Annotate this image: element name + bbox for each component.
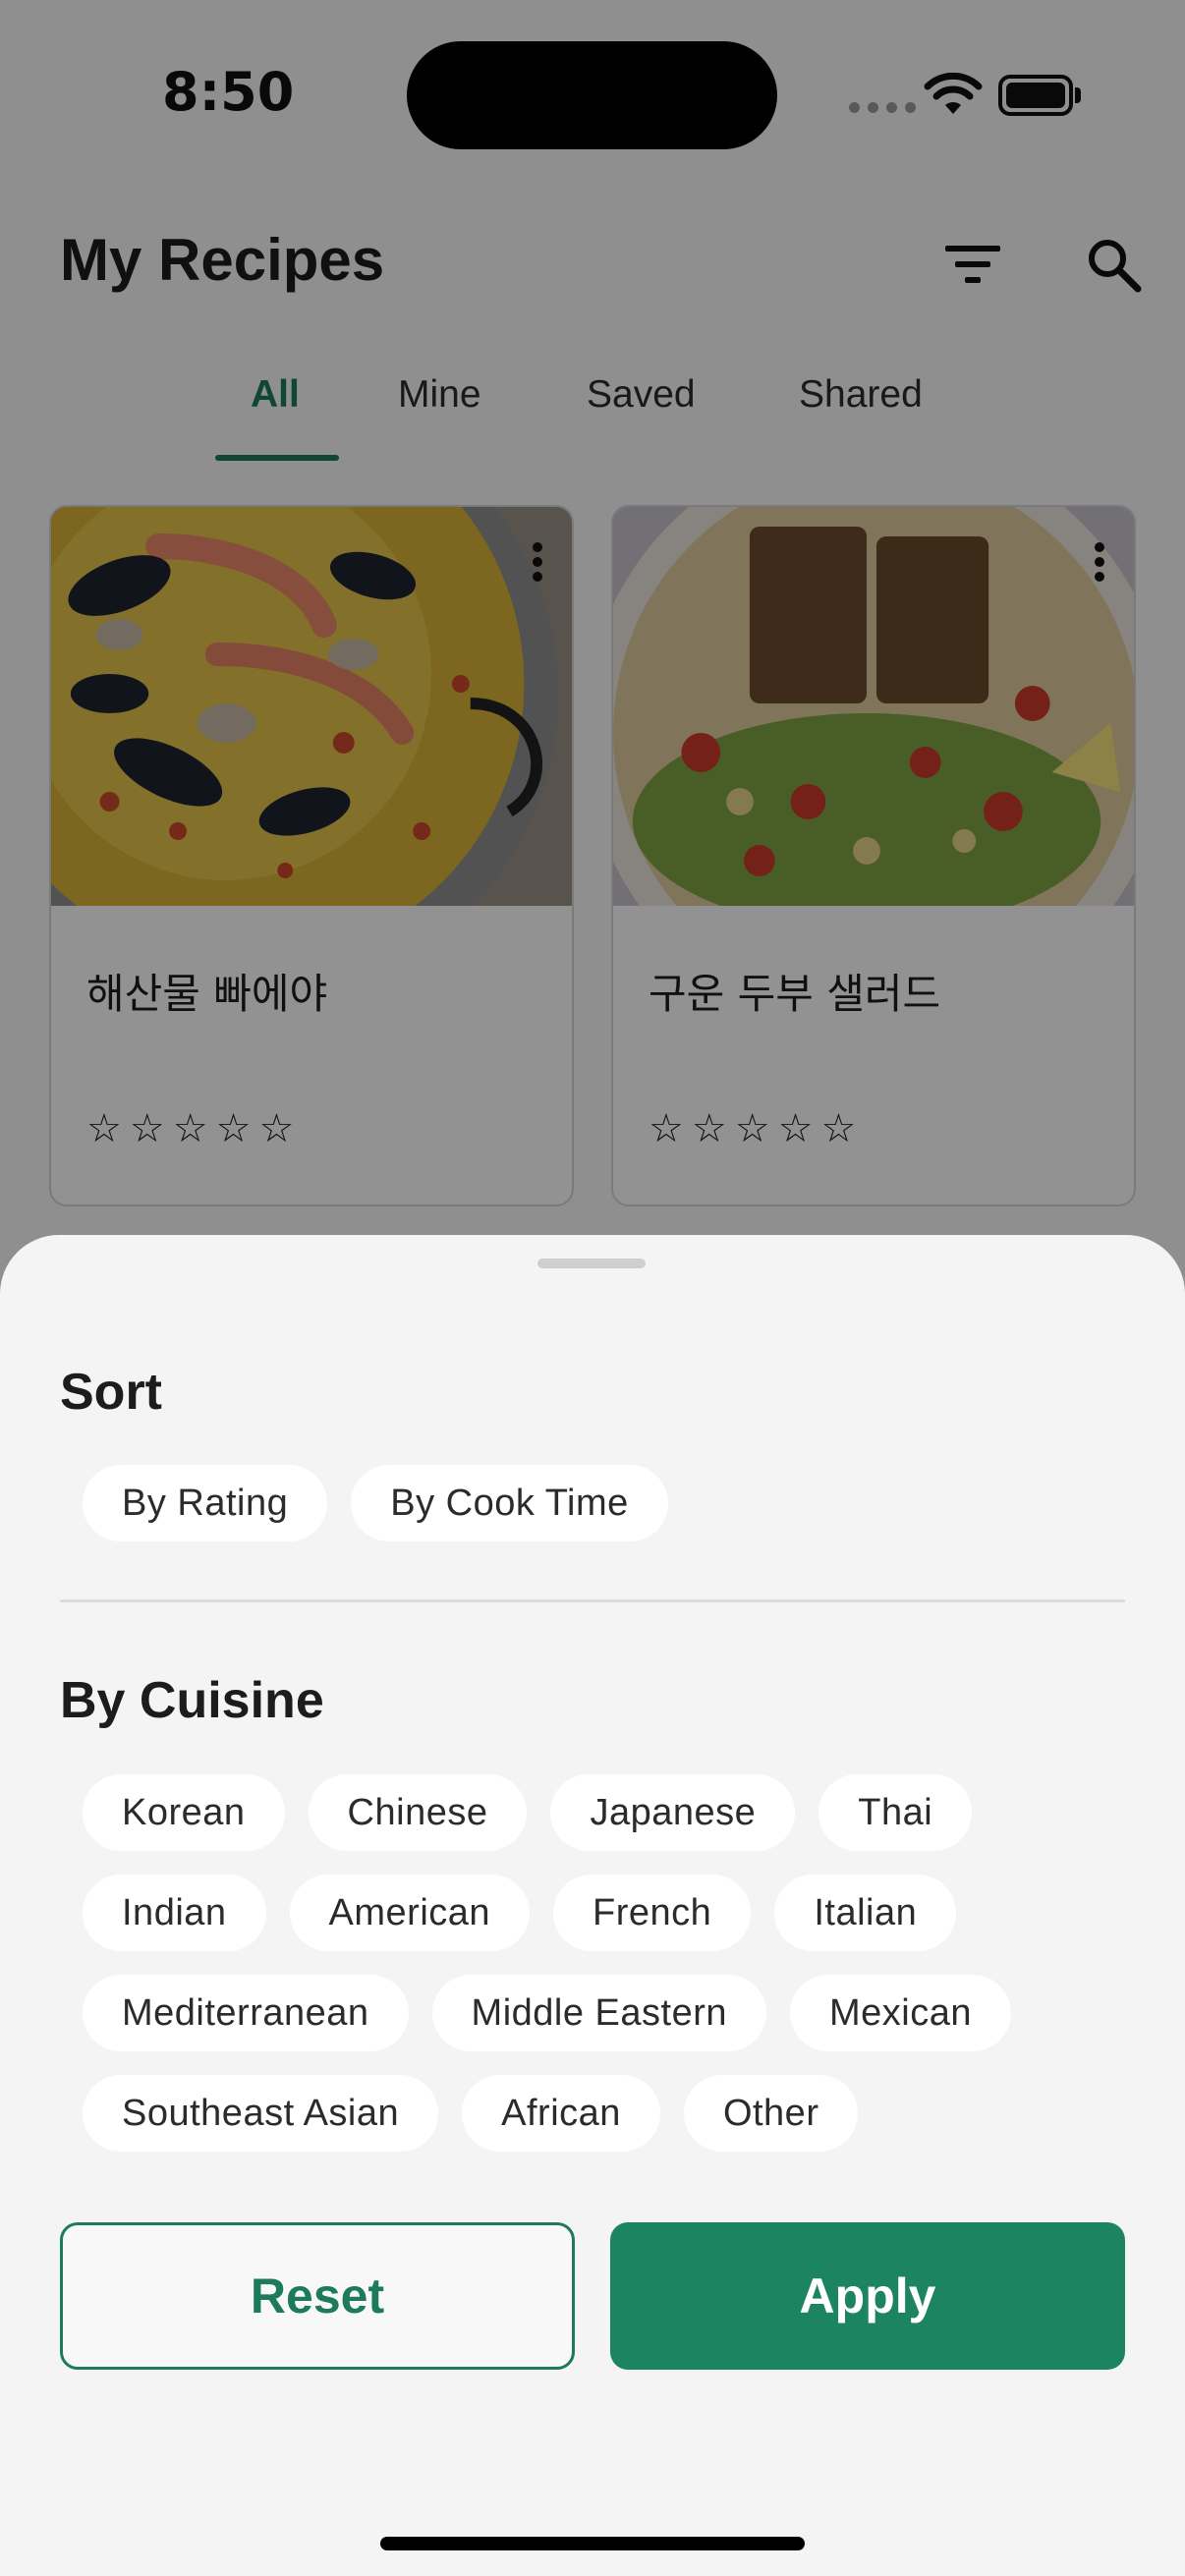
cuisine-chip-row: Southeast Asian African Other [83,2075,859,2152]
home-indicator[interactable] [380,2537,805,2550]
cuisine-chip-american[interactable]: American [289,1875,531,1951]
section-divider [60,1599,1125,1602]
cuisine-chip-other[interactable]: Other [683,2075,859,2152]
cuisine-chip-italian[interactable]: Italian [774,1875,957,1951]
sort-chip-by-rating[interactable]: By Rating [83,1465,328,1541]
cuisine-chip-japanese[interactable]: Japanese [550,1774,796,1851]
cuisine-chip-chinese[interactable]: Chinese [308,1774,528,1851]
filter-bottom-sheet: Sort By Rating By Cook Time By Cuisine K… [0,1235,1185,2576]
sheet-drag-handle[interactable] [537,1259,646,1268]
cuisine-chip-french[interactable]: French [553,1875,752,1951]
cuisine-chip-korean[interactable]: Korean [83,1774,285,1851]
reset-button[interactable]: Reset [60,2222,575,2370]
cuisine-section-title: By Cuisine [60,1672,324,1729]
cuisine-chip-mexican[interactable]: Mexican [790,1975,1012,2051]
apply-button[interactable]: Apply [610,2222,1125,2370]
cuisine-chip-row: Korean Chinese Japanese Thai [83,1774,973,1851]
sort-chip-by-cook-time[interactable]: By Cook Time [351,1465,668,1541]
cuisine-chip-thai[interactable]: Thai [818,1774,973,1851]
cuisine-chip-african[interactable]: African [462,2075,660,2152]
cuisine-chip-southeast-asian[interactable]: Southeast Asian [83,2075,439,2152]
sort-options: By Rating By Cook Time [83,1465,668,1541]
cuisine-chip-row: Mediterranean Middle Eastern Mexican [83,1975,1012,2051]
cuisine-chip-indian[interactable]: Indian [83,1875,266,1951]
cuisine-chip-mediterranean[interactable]: Mediterranean [83,1975,409,2051]
sort-section-title: Sort [60,1364,162,1421]
cuisine-chip-row: Indian American French Italian [83,1875,957,1951]
cuisine-chip-middle-eastern[interactable]: Middle Eastern [431,1975,767,2051]
